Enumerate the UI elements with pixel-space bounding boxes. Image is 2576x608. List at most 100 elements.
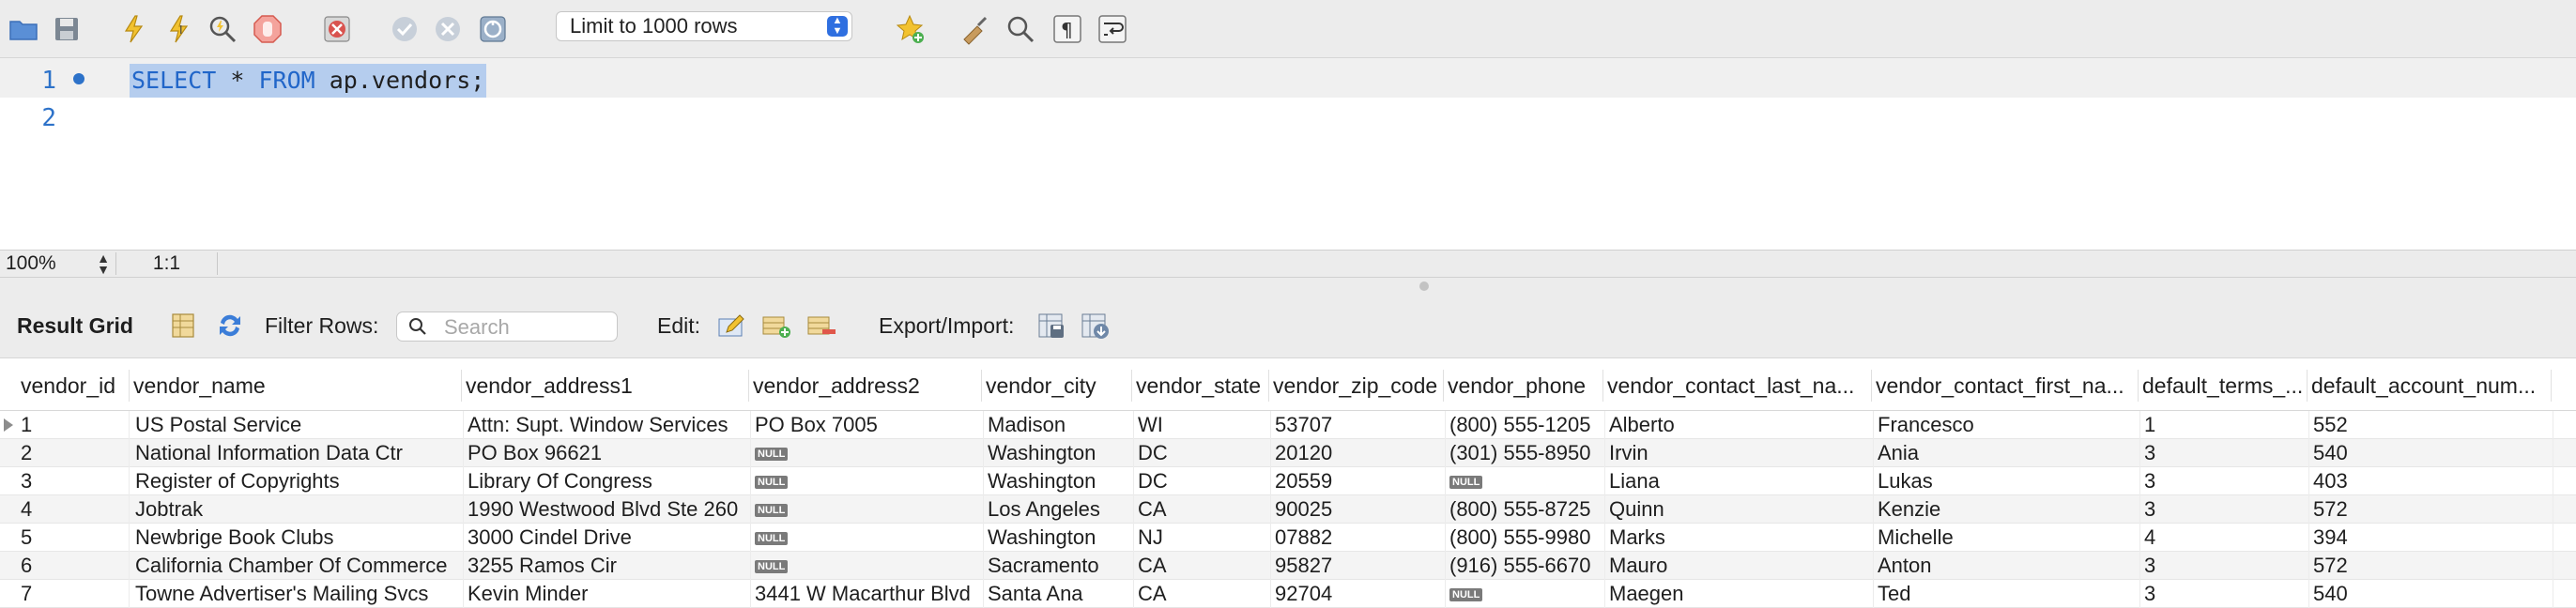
table-cell[interactable]: Ania bbox=[1874, 439, 2140, 467]
column-header[interactable]: vendor_address2 bbox=[749, 370, 982, 402]
column-header[interactable]: vendor_id bbox=[17, 370, 130, 402]
table-cell[interactable]: 7 bbox=[17, 580, 130, 608]
table-cell[interactable]: 20120 bbox=[1271, 439, 1446, 467]
star-snippet-icon[interactable] bbox=[892, 11, 928, 47]
table-cell[interactable]: NULL bbox=[751, 495, 984, 524]
table-cell[interactable]: CA bbox=[1134, 495, 1271, 524]
table-cell[interactable]: NJ bbox=[1134, 524, 1271, 552]
table-cell[interactable]: Quinn bbox=[1605, 495, 1874, 524]
column-header[interactable]: vendor_phone bbox=[1444, 370, 1603, 402]
table-cell[interactable]: Washington bbox=[984, 439, 1134, 467]
table-cell[interactable]: 4 bbox=[2140, 524, 2309, 552]
table-cell[interactable]: 53707 bbox=[1271, 411, 1446, 439]
table-cell[interactable]: NULL bbox=[751, 467, 984, 495]
grid-layout-icon[interactable] bbox=[167, 310, 199, 342]
table-row[interactable]: 1 US Postal Service Attn: Supt. Window Ser… bbox=[0, 411, 2576, 439]
table-cell[interactable]: Kenzie bbox=[1874, 495, 2140, 524]
table-cell[interactable]: CA bbox=[1134, 580, 1271, 608]
table-cell[interactable]: 403 bbox=[2309, 467, 2553, 495]
toggle-error-stop-icon[interactable] bbox=[319, 11, 355, 47]
stop-icon[interactable] bbox=[250, 11, 285, 47]
table-cell[interactable]: CA bbox=[1134, 552, 1271, 580]
word-wrap-icon[interactable] bbox=[1095, 11, 1130, 47]
table-cell[interactable]: 3000 Cindel Drive bbox=[464, 524, 751, 552]
table-cell[interactable]: Jobtrak bbox=[131, 495, 464, 524]
explain-magnifier-lightning-icon[interactable] bbox=[205, 11, 240, 47]
table-cell[interactable]: 1 bbox=[17, 411, 130, 439]
table-cell[interactable]: 3 bbox=[2140, 467, 2309, 495]
table-cell[interactable]: Washington bbox=[984, 524, 1134, 552]
table-cell[interactable]: (800) 555-8725 bbox=[1446, 495, 1605, 524]
column-header[interactable]: default_terms_... bbox=[2139, 370, 2308, 402]
table-cell[interactable]: NULL bbox=[751, 552, 984, 580]
import-icon[interactable] bbox=[1080, 310, 1112, 342]
table-cell[interactable]: 20559 bbox=[1271, 467, 1446, 495]
zoom-stepper[interactable]: 100% ▲ ▼ bbox=[6, 251, 116, 276]
column-header[interactable]: vendor_contact_last_na... bbox=[1603, 370, 1872, 402]
table-cell[interactable]: (800) 555-1205 bbox=[1446, 411, 1605, 439]
commit-check-icon[interactable] bbox=[387, 11, 422, 47]
table-cell[interactable]: 2 bbox=[17, 439, 130, 467]
table-cell[interactable]: NULL bbox=[751, 439, 984, 467]
table-cell[interactable]: 3 bbox=[2140, 580, 2309, 608]
stepper-arrows-icon[interactable]: ▲ ▼ bbox=[97, 251, 110, 276]
table-cell[interactable]: Washington bbox=[984, 467, 1134, 495]
code-line[interactable]: SELECT * FROM ap.vendors; bbox=[130, 64, 487, 98]
table-cell[interactable]: 1 bbox=[2140, 411, 2309, 439]
table-cell[interactable]: (916) 555-6670 bbox=[1446, 552, 1605, 580]
result-grid[interactable]: vendor_id vendor_name vendor_address1 ve… bbox=[0, 358, 2576, 608]
table-cell[interactable]: 3 bbox=[2140, 439, 2309, 467]
column-header[interactable]: vendor_city bbox=[982, 370, 1132, 402]
table-cell[interactable]: (301) 555-8950 bbox=[1446, 439, 1605, 467]
table-cell[interactable]: Maegen bbox=[1605, 580, 1874, 608]
column-header[interactable]: default_account_num... bbox=[2308, 370, 2552, 402]
table-cell[interactable]: Ted bbox=[1874, 580, 2140, 608]
rollback-x-icon[interactable] bbox=[430, 11, 466, 47]
table-cell[interactable]: Sacramento bbox=[984, 552, 1134, 580]
refresh-icon[interactable] bbox=[214, 310, 246, 342]
column-header[interactable]: vendor_contact_first_na... bbox=[1872, 370, 2139, 402]
table-row[interactable]: 7 Towne Advertiser's Mailing Svcs Kevin Mi… bbox=[0, 580, 2576, 608]
table-cell[interactable]: Francesco bbox=[1874, 411, 2140, 439]
table-row[interactable]: 2 National Information Data Ctr PO Box 966… bbox=[0, 439, 2576, 467]
table-cell[interactable]: 394 bbox=[2309, 524, 2553, 552]
table-cell[interactable]: 90025 bbox=[1271, 495, 1446, 524]
table-row[interactable]: 4 Jobtrak 1990 Westwood Blvd Ste 260 NULL Lo… bbox=[0, 495, 2576, 524]
table-cell[interactable]: US Postal Service bbox=[131, 411, 464, 439]
table-cell[interactable]: 3 bbox=[17, 467, 130, 495]
table-cell[interactable]: Register of Copyrights bbox=[131, 467, 464, 495]
save-icon[interactable] bbox=[49, 11, 84, 47]
table-cell[interactable]: Newbrige Book Clubs bbox=[131, 524, 464, 552]
table-cell[interactable]: NULL bbox=[1446, 467, 1605, 495]
table-cell[interactable]: Madison bbox=[984, 411, 1134, 439]
table-cell[interactable]: Michelle bbox=[1874, 524, 2140, 552]
beautify-broom-icon[interactable] bbox=[958, 11, 993, 47]
find-magnifier-icon[interactable] bbox=[1003, 11, 1038, 47]
panel-splitter[interactable] bbox=[0, 278, 2576, 293]
table-cell[interactable]: Santa Ana bbox=[984, 580, 1134, 608]
export-icon[interactable] bbox=[1036, 310, 1068, 342]
autocommit-toggle-icon[interactable] bbox=[475, 11, 511, 47]
table-cell[interactable]: Library Of Congress bbox=[464, 467, 751, 495]
table-row[interactable]: 5 Newbrige Book Clubs 3000 Cindel Drive NUL… bbox=[0, 524, 2576, 552]
table-cell[interactable]: Marks bbox=[1605, 524, 1874, 552]
table-row[interactable]: 3 Register of Copyrights Library Of Congre… bbox=[0, 467, 2576, 495]
delete-row-icon[interactable] bbox=[805, 310, 837, 342]
table-cell[interactable]: Liana bbox=[1605, 467, 1874, 495]
execute-lightning-icon[interactable] bbox=[116, 11, 152, 47]
table-cell[interactable]: NULL bbox=[751, 524, 984, 552]
table-cell[interactable]: 3 bbox=[2140, 552, 2309, 580]
column-header[interactable]: vendor_address1 bbox=[462, 370, 749, 402]
table-cell[interactable]: 6 bbox=[17, 552, 130, 580]
splitter-handle[interactable] bbox=[1419, 281, 1429, 291]
table-cell[interactable]: 540 bbox=[2309, 580, 2553, 608]
table-cell[interactable]: PO Box 96621 bbox=[464, 439, 751, 467]
column-header[interactable]: vendor_state bbox=[1132, 370, 1269, 402]
table-cell[interactable]: Irvin bbox=[1605, 439, 1874, 467]
table-cell[interactable]: Alberto bbox=[1605, 411, 1874, 439]
table-cell[interactable]: PO Box 7005 bbox=[751, 411, 984, 439]
filter-rows-search[interactable]: Search bbox=[396, 312, 618, 342]
table-cell[interactable]: 3441 W Macarthur Blvd bbox=[751, 580, 984, 608]
table-cell[interactable]: Mauro bbox=[1605, 552, 1874, 580]
table-cell[interactable]: 07882 bbox=[1271, 524, 1446, 552]
